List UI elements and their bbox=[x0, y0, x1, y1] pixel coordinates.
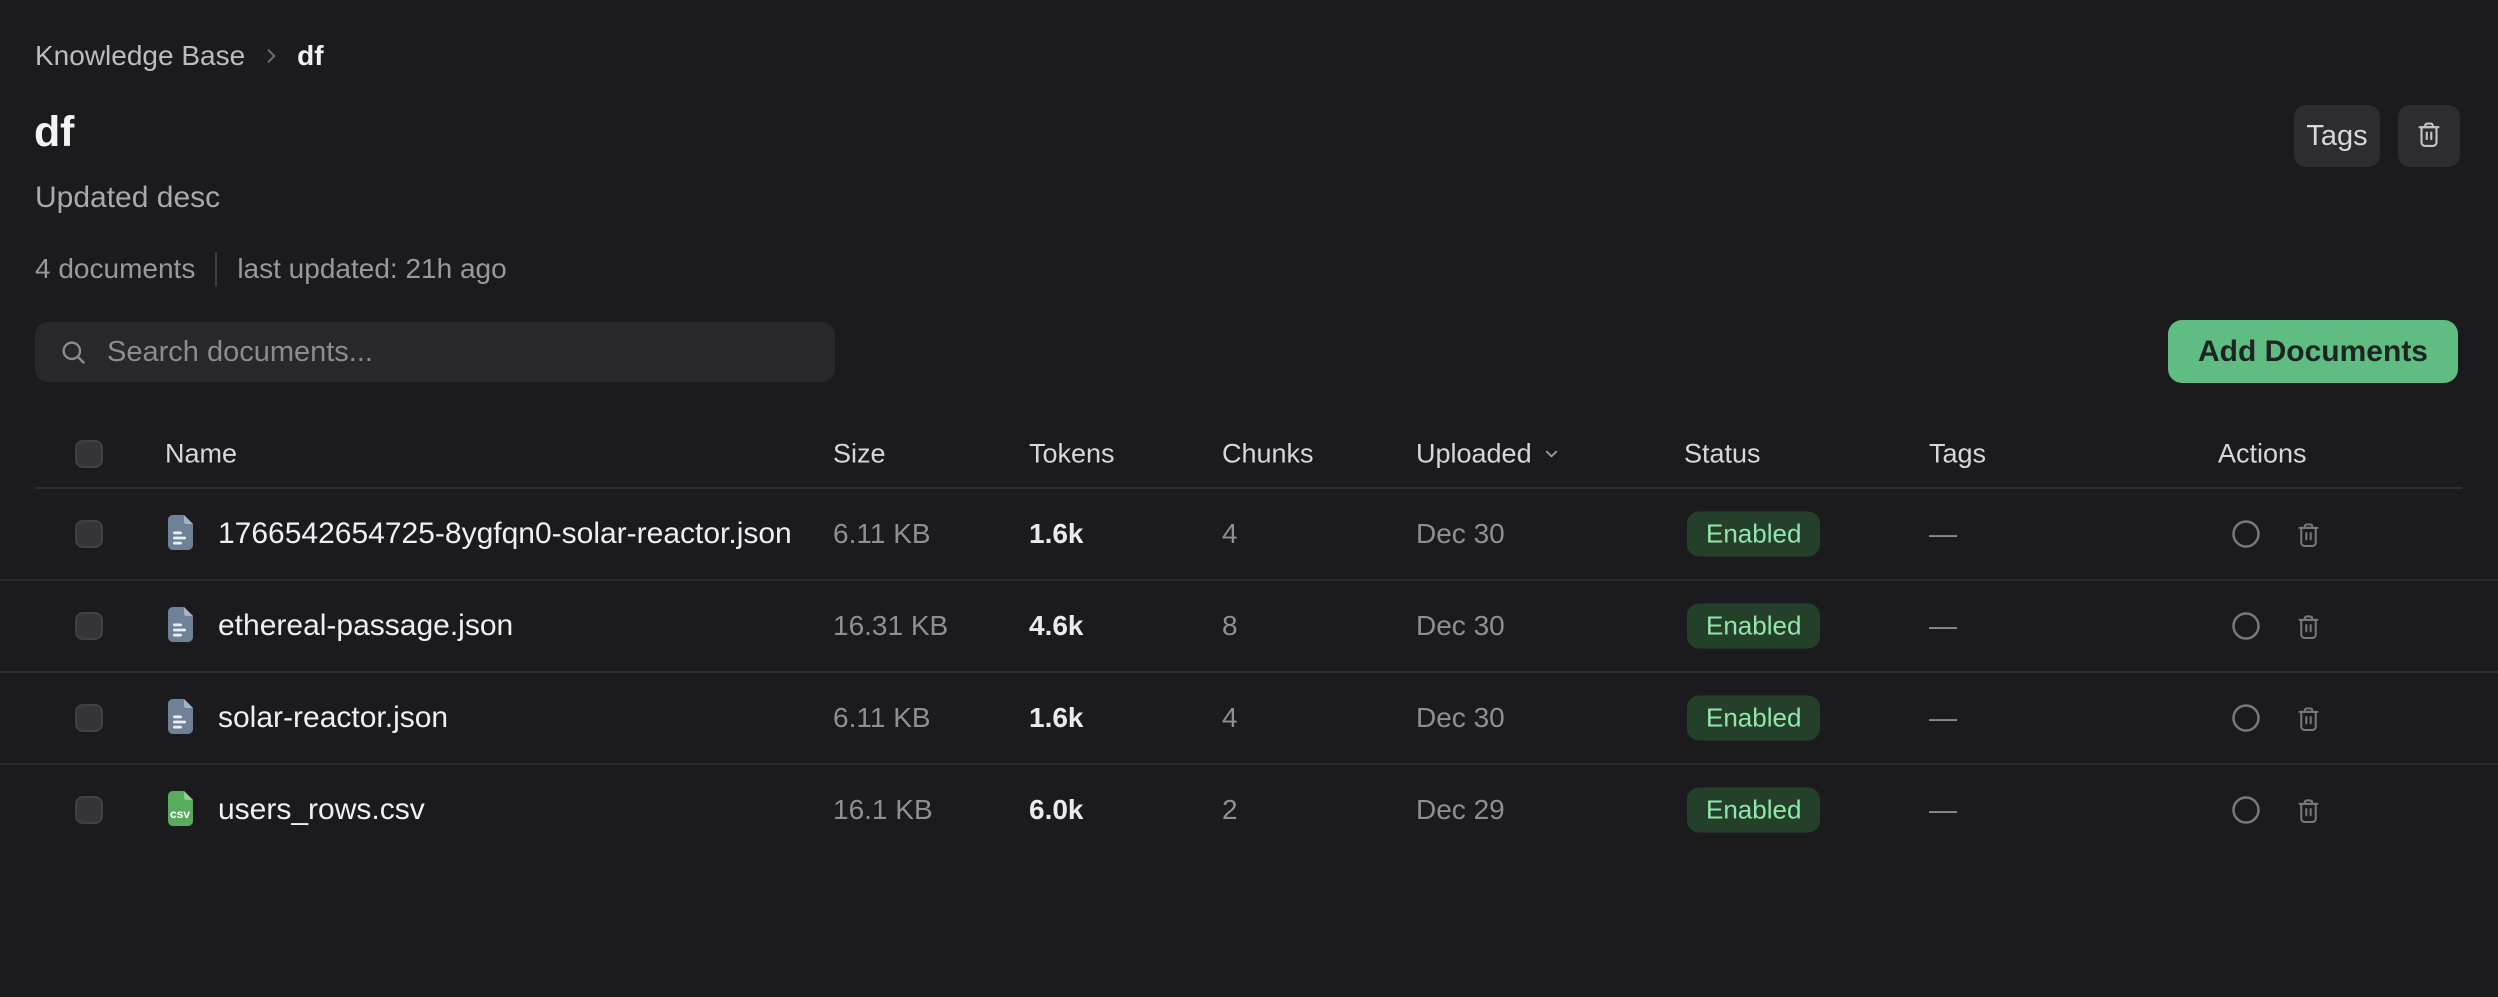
document-tags: — bbox=[1929, 794, 1957, 826]
json-file-icon bbox=[165, 697, 196, 739]
row-checkbox[interactable] bbox=[75, 612, 103, 640]
document-tags: — bbox=[1929, 518, 1957, 550]
column-header-size: Size bbox=[833, 438, 886, 469]
delete-document-icon[interactable] bbox=[2294, 611, 2323, 641]
status-badge: Enabled bbox=[1687, 604, 1820, 649]
document-name: solar-reactor.json bbox=[218, 701, 448, 735]
document-uploaded: Dec 30 bbox=[1416, 610, 1505, 642]
trash-icon bbox=[2414, 119, 2444, 154]
svg-text:csv: csv bbox=[170, 807, 190, 821]
table-row[interactable]: ethereal-passage.json 16.31 KB 4.6k 8 De… bbox=[0, 581, 2498, 673]
row-checkbox[interactable] bbox=[75, 520, 103, 548]
add-documents-button[interactable]: Add Documents bbox=[2168, 320, 2458, 383]
breadcrumb: Knowledge Base df bbox=[35, 40, 324, 72]
documents-table: 1766542654725-8ygfqn0-solar-reactor.json… bbox=[0, 489, 2498, 855]
status-badge: Enabled bbox=[1687, 512, 1820, 557]
column-header-tags: Tags bbox=[1929, 438, 1986, 469]
column-header-name: Name bbox=[165, 438, 237, 469]
document-chunks: 4 bbox=[1222, 518, 1238, 550]
breadcrumb-knowledge-base-link[interactable]: Knowledge Base bbox=[35, 40, 245, 72]
document-size: 16.31 KB bbox=[833, 610, 948, 642]
breadcrumb-current: df bbox=[297, 40, 323, 72]
tags-button[interactable]: Tags bbox=[2294, 105, 2380, 167]
document-name: ethereal-passage.json bbox=[218, 609, 513, 643]
document-tokens: 1.6k bbox=[1029, 518, 1084, 550]
table-row[interactable]: csv users_rows.csv 16.1 KB 6.0k 2 Dec 29… bbox=[0, 765, 2498, 855]
select-all-checkbox[interactable] bbox=[75, 440, 103, 468]
toggle-status-icon[interactable] bbox=[2231, 611, 2261, 641]
document-size: 6.11 KB bbox=[833, 702, 931, 734]
search-input[interactable] bbox=[35, 322, 835, 382]
column-header-actions: Actions bbox=[2218, 438, 2307, 469]
status-badge: Enabled bbox=[1687, 788, 1820, 833]
document-size: 16.1 KB bbox=[833, 794, 933, 826]
json-file-icon bbox=[165, 513, 196, 555]
table-header: Name Size Tokens Chunks Uploaded Status … bbox=[0, 420, 2498, 487]
delete-document-icon[interactable] bbox=[2294, 795, 2323, 825]
document-tags: — bbox=[1929, 702, 1957, 734]
table-row[interactable]: 1766542654725-8ygfqn0-solar-reactor.json… bbox=[0, 489, 2498, 581]
column-header-uploaded[interactable]: Uploaded bbox=[1416, 438, 1561, 469]
document-chunks: 8 bbox=[1222, 610, 1238, 642]
toggle-status-icon[interactable] bbox=[2231, 795, 2261, 825]
json-file-icon bbox=[165, 605, 196, 647]
status-badge: Enabled bbox=[1687, 696, 1820, 741]
toggle-status-icon[interactable] bbox=[2231, 703, 2261, 733]
last-updated: last updated: 21h ago bbox=[237, 253, 506, 285]
page-description: Updated desc bbox=[35, 181, 220, 215]
document-count: 4 documents bbox=[35, 253, 195, 285]
document-uploaded: Dec 30 bbox=[1416, 702, 1505, 734]
knowledge-base-page: Knowledge Base df df Updated desc 4 docu… bbox=[0, 0, 2498, 997]
document-tokens: 4.6k bbox=[1029, 610, 1084, 642]
page-meta: 4 documents last updated: 21h ago bbox=[35, 252, 507, 286]
chevron-right-icon bbox=[261, 46, 281, 66]
document-tags: — bbox=[1929, 610, 1957, 642]
column-header-status: Status bbox=[1684, 438, 1761, 469]
delete-document-icon[interactable] bbox=[2294, 519, 2323, 549]
column-header-tokens: Tokens bbox=[1029, 438, 1115, 469]
uploaded-label: Uploaded bbox=[1416, 438, 1532, 469]
table-row[interactable]: solar-reactor.json 6.11 KB 1.6k 4 Dec 30… bbox=[0, 673, 2498, 765]
meta-divider bbox=[215, 252, 217, 286]
document-size: 6.11 KB bbox=[833, 518, 931, 550]
document-chunks: 4 bbox=[1222, 702, 1238, 734]
delete-knowledge-base-button[interactable] bbox=[2398, 105, 2460, 167]
document-tokens: 1.6k bbox=[1029, 702, 1084, 734]
tags-button-label: Tags bbox=[2306, 120, 2367, 153]
delete-document-icon[interactable] bbox=[2294, 703, 2323, 733]
document-chunks: 2 bbox=[1222, 794, 1238, 826]
chevron-down-icon bbox=[1542, 444, 1561, 463]
row-checkbox[interactable] bbox=[75, 704, 103, 732]
document-uploaded: Dec 29 bbox=[1416, 794, 1505, 826]
csv-file-icon: csv bbox=[165, 789, 196, 831]
document-uploaded: Dec 30 bbox=[1416, 518, 1505, 550]
row-checkbox[interactable] bbox=[75, 796, 103, 824]
column-header-chunks: Chunks bbox=[1222, 438, 1314, 469]
page-title: df bbox=[34, 108, 74, 157]
document-tokens: 6.0k bbox=[1029, 794, 1084, 826]
document-name: 1766542654725-8ygfqn0-solar-reactor.json bbox=[218, 517, 792, 551]
document-name: users_rows.csv bbox=[218, 793, 425, 827]
toggle-status-icon[interactable] bbox=[2231, 519, 2261, 549]
search-box bbox=[35, 322, 835, 382]
